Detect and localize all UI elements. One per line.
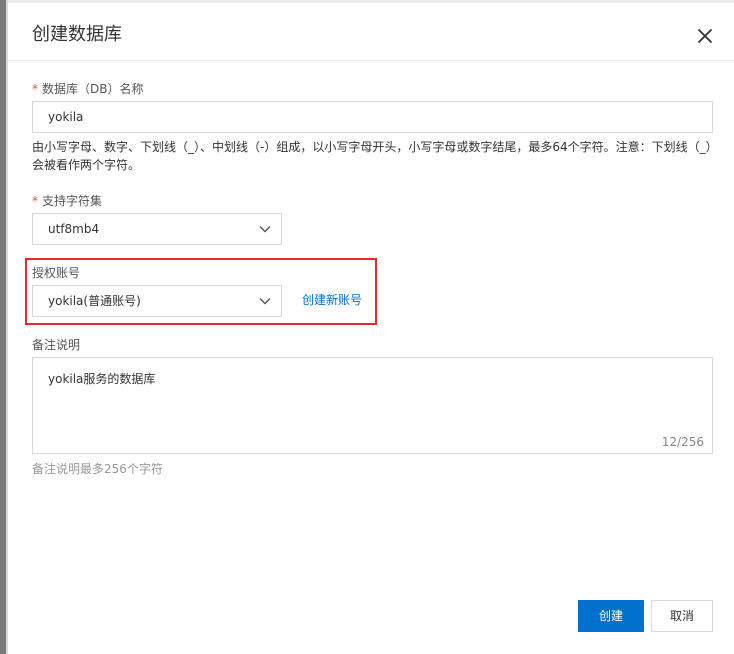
chevron-down-icon	[259, 226, 271, 233]
char-counter: 12/256	[661, 435, 704, 449]
db-name-hint: 由小写字母、数字、下划线（_）、中划线（-）组成，以小写字母开头，小写字母或数字…	[32, 140, 712, 172]
cancel-button[interactable]: 取消	[651, 600, 713, 632]
remark-textarea[interactable]: yokila服务的数据库 12/256	[32, 357, 713, 454]
charset-select[interactable]: utf8mb4	[32, 213, 282, 245]
db-name-input[interactable]: yokila	[32, 101, 713, 133]
background-edge	[0, 0, 8, 654]
charset-value: utf8mb4	[48, 222, 100, 236]
remark-hint: 备注说明最多256个字符	[32, 462, 163, 476]
dialog-title: 创建数据库	[32, 24, 122, 45]
charset-label-row: * 支持字符集	[32, 192, 102, 209]
create-button[interactable]: 创建	[578, 600, 644, 632]
db-name-label-row: * 数据库（DB）名称	[32, 80, 143, 97]
db-name-label: 数据库（DB）名称	[42, 82, 144, 96]
create-database-dialog: 创建数据库 * 数据库（DB）名称 yokila 由小写字母、数字、下划线（_）、…	[8, 3, 734, 654]
account-label: 授权账号	[32, 266, 81, 280]
create-account-link[interactable]: 创建新账号	[302, 291, 362, 308]
remark-value: yokila服务的数据库	[48, 372, 156, 386]
close-icon[interactable]	[696, 27, 714, 45]
chevron-down-icon	[259, 298, 271, 305]
header-divider	[8, 60, 734, 61]
required-mark: *	[32, 82, 38, 96]
charset-label: 支持字符集	[42, 194, 103, 208]
remark-label: 备注说明	[32, 338, 81, 352]
required-mark: *	[32, 194, 38, 208]
account-select[interactable]: yokila(普通账号)	[32, 285, 282, 317]
db-name-value: yokila	[48, 110, 84, 124]
account-value: yokila(普通账号)	[48, 294, 141, 308]
